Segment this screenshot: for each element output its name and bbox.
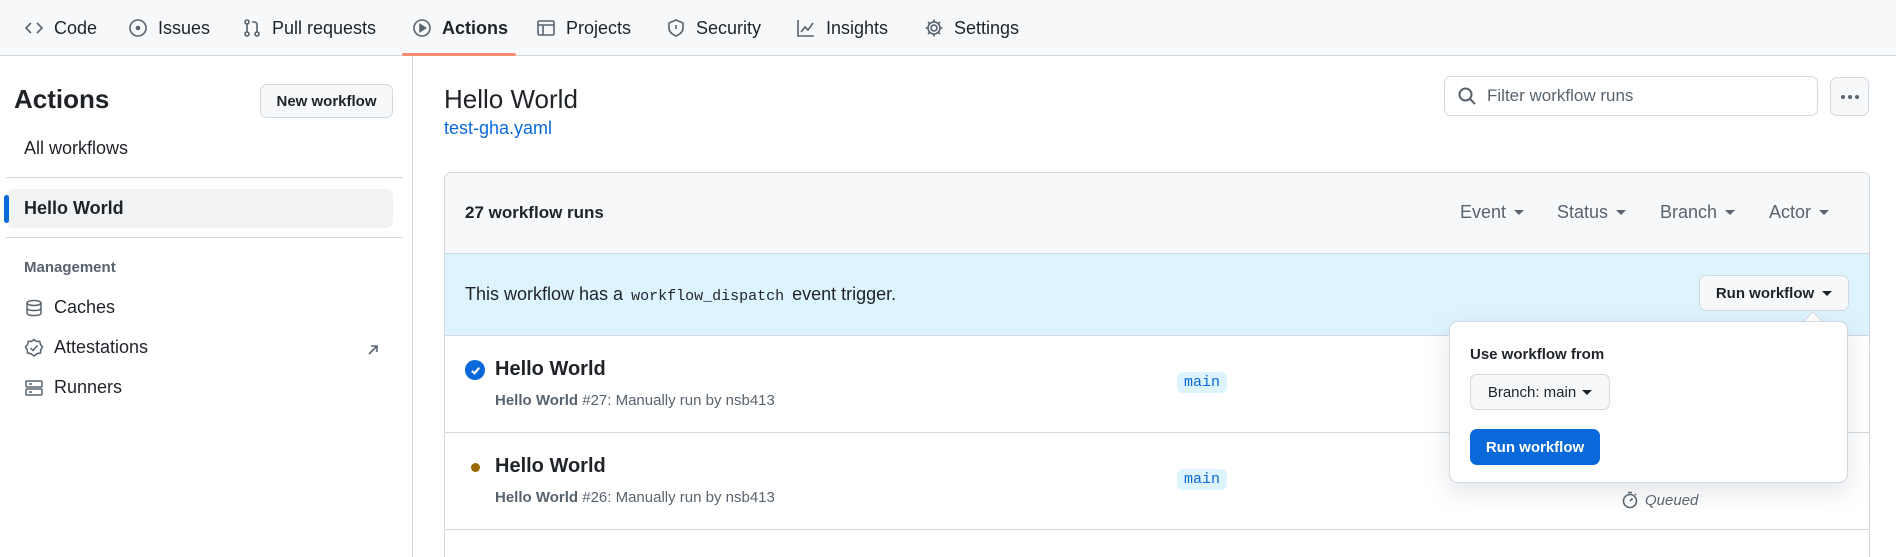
all-workflows-link[interactable]: All workflows	[24, 138, 128, 159]
use-workflow-from-label: Use workflow from	[1470, 346, 1605, 363]
git-pull-request-icon	[244, 19, 260, 37]
more-options-button[interactable]	[1830, 77, 1869, 116]
tab-issues[interactable]: Issues	[128, 0, 210, 56]
chevron-down-icon	[1822, 290, 1833, 296]
filter-branch[interactable]: Branch	[1660, 202, 1736, 223]
tab-settings-label: Settings	[954, 17, 1020, 38]
tab-pull-requests[interactable]: Pull requests	[242, 0, 376, 56]
run-workflow-popover: Use workflow from Branch: main Run workf…	[1449, 321, 1848, 483]
selected-indicator	[4, 195, 9, 223]
active-tab-indicator	[402, 53, 516, 56]
repo-nav: Code Issues Pull requests Actions Projec…	[0, 0, 1896, 56]
code-icon	[24, 22, 44, 34]
sidebar-item-hello-world-label: Hello World	[24, 198, 124, 218]
play-icon	[413, 19, 431, 37]
run-detail: #26: Manually run by nsb413	[582, 489, 775, 506]
sidebar-item-runners[interactable]: Runners	[24, 377, 122, 398]
chevron-down-icon	[1514, 210, 1525, 215]
tab-settings[interactable]: Settings	[924, 0, 1019, 56]
kebab-dot	[1854, 94, 1859, 99]
filter-status-label: Status	[1557, 202, 1609, 222]
filter-status[interactable]: Status	[1557, 202, 1627, 223]
gear-icon	[925, 19, 943, 37]
run-workflow-submit-button[interactable]: Run workflow	[1470, 429, 1600, 465]
sidebar-item-caches-label: Caches	[54, 297, 116, 317]
kebab-dot	[1847, 94, 1852, 99]
run-detail: #27: Manually run by nsb413	[582, 392, 775, 409]
run-title[interactable]: Hello World	[495, 358, 606, 381]
tab-projects-label: Projects	[566, 17, 632, 38]
tab-pull-requests-label: Pull requests	[272, 17, 377, 38]
branch-select-label: Branch: main	[1487, 383, 1577, 401]
branch-tag[interactable]: main	[1177, 372, 1228, 393]
issue-opened-icon	[129, 19, 147, 37]
sidebar-item-attestations-label: Attestations	[54, 337, 149, 357]
filter-actor[interactable]: Actor	[1769, 202, 1830, 223]
search-icon	[1458, 87, 1476, 105]
run-subtitle: Hello World #27: Manually run by nsb413	[495, 392, 775, 409]
run-workflow-name: Hello World	[495, 392, 579, 409]
tab-code[interactable]: Code	[24, 0, 97, 56]
kebab-dot	[1840, 94, 1845, 99]
tab-projects[interactable]: Projects	[536, 0, 631, 56]
success-icon	[465, 360, 485, 380]
verified-icon	[24, 338, 44, 357]
queued-label: Queued	[1645, 491, 1699, 509]
filter-event[interactable]: Event	[1460, 202, 1525, 223]
dispatch-code: workflow_dispatch	[631, 288, 785, 305]
filter-event-label: Event	[1460, 202, 1507, 222]
branch-tag[interactable]: main	[1177, 469, 1228, 490]
filter-runs-search[interactable]	[1444, 76, 1818, 116]
tab-actions-label: Actions	[442, 17, 509, 38]
chevron-down-icon	[1616, 210, 1627, 215]
chevron-down-icon	[1725, 210, 1736, 215]
sidebar-item-attestations[interactable]: Attestations	[24, 337, 148, 358]
search-input[interactable]	[1487, 86, 1807, 106]
workflow-file-link[interactable]: test-gha.yaml	[444, 118, 552, 139]
graph-icon	[797, 20, 814, 37]
management-heading: Management	[24, 259, 116, 276]
run-workflow-name: Hello World	[495, 489, 579, 506]
sidebar-title: Actions	[14, 84, 110, 114]
page-title: Hello World	[444, 84, 578, 114]
server-icon	[25, 379, 43, 396]
stopwatch-icon	[1622, 491, 1638, 509]
external-link-icon	[368, 345, 378, 355]
chevron-down-icon	[1819, 210, 1830, 215]
database-icon	[26, 299, 42, 316]
chevron-down-icon	[1582, 389, 1593, 395]
tab-insights[interactable]: Insights	[796, 0, 888, 56]
queued-status: Queued	[1621, 491, 1698, 509]
branch-select-button[interactable]: Branch: main	[1470, 374, 1610, 410]
dispatch-text: This workflow has a workflow_dispatch ev…	[465, 284, 896, 305]
filter-actor-label: Actor	[1769, 202, 1812, 222]
tab-code-label: Code	[54, 17, 98, 38]
dispatch-prefix: This workflow has a	[465, 284, 624, 304]
shield-icon	[668, 19, 684, 37]
run-title[interactable]: Hello World	[495, 455, 606, 478]
run-workflow-dropdown-button[interactable]: Run workflow	[1699, 275, 1849, 311]
filter-branch-label: Branch	[1660, 202, 1718, 222]
tab-security-label: Security	[696, 17, 762, 38]
sidebar-divider	[6, 237, 403, 238]
sidebar-border	[412, 56, 413, 557]
sidebar-divider	[6, 177, 403, 178]
run-workflow-label: Run workflow	[1715, 284, 1815, 302]
table-icon	[537, 20, 555, 36]
dispatch-suffix: event trigger.	[792, 284, 897, 304]
tab-insights-label: Insights	[826, 17, 889, 38]
tab-issues-label: Issues	[158, 17, 211, 38]
queued-status-icon	[471, 463, 480, 472]
sidebar-item-runners-label: Runners	[54, 377, 123, 397]
sidebar-item-caches[interactable]: Caches	[24, 297, 115, 318]
new-workflow-button[interactable]: New workflow	[260, 84, 393, 118]
tab-security[interactable]: Security	[666, 0, 761, 56]
tab-actions[interactable]: Actions	[412, 0, 508, 56]
runs-header: 27 workflow runs Event Status Branch Act…	[445, 173, 1869, 254]
runs-count: 27 workflow runs	[465, 203, 604, 222]
run-subtitle: Hello World #26: Manually run by nsb413	[495, 489, 775, 506]
